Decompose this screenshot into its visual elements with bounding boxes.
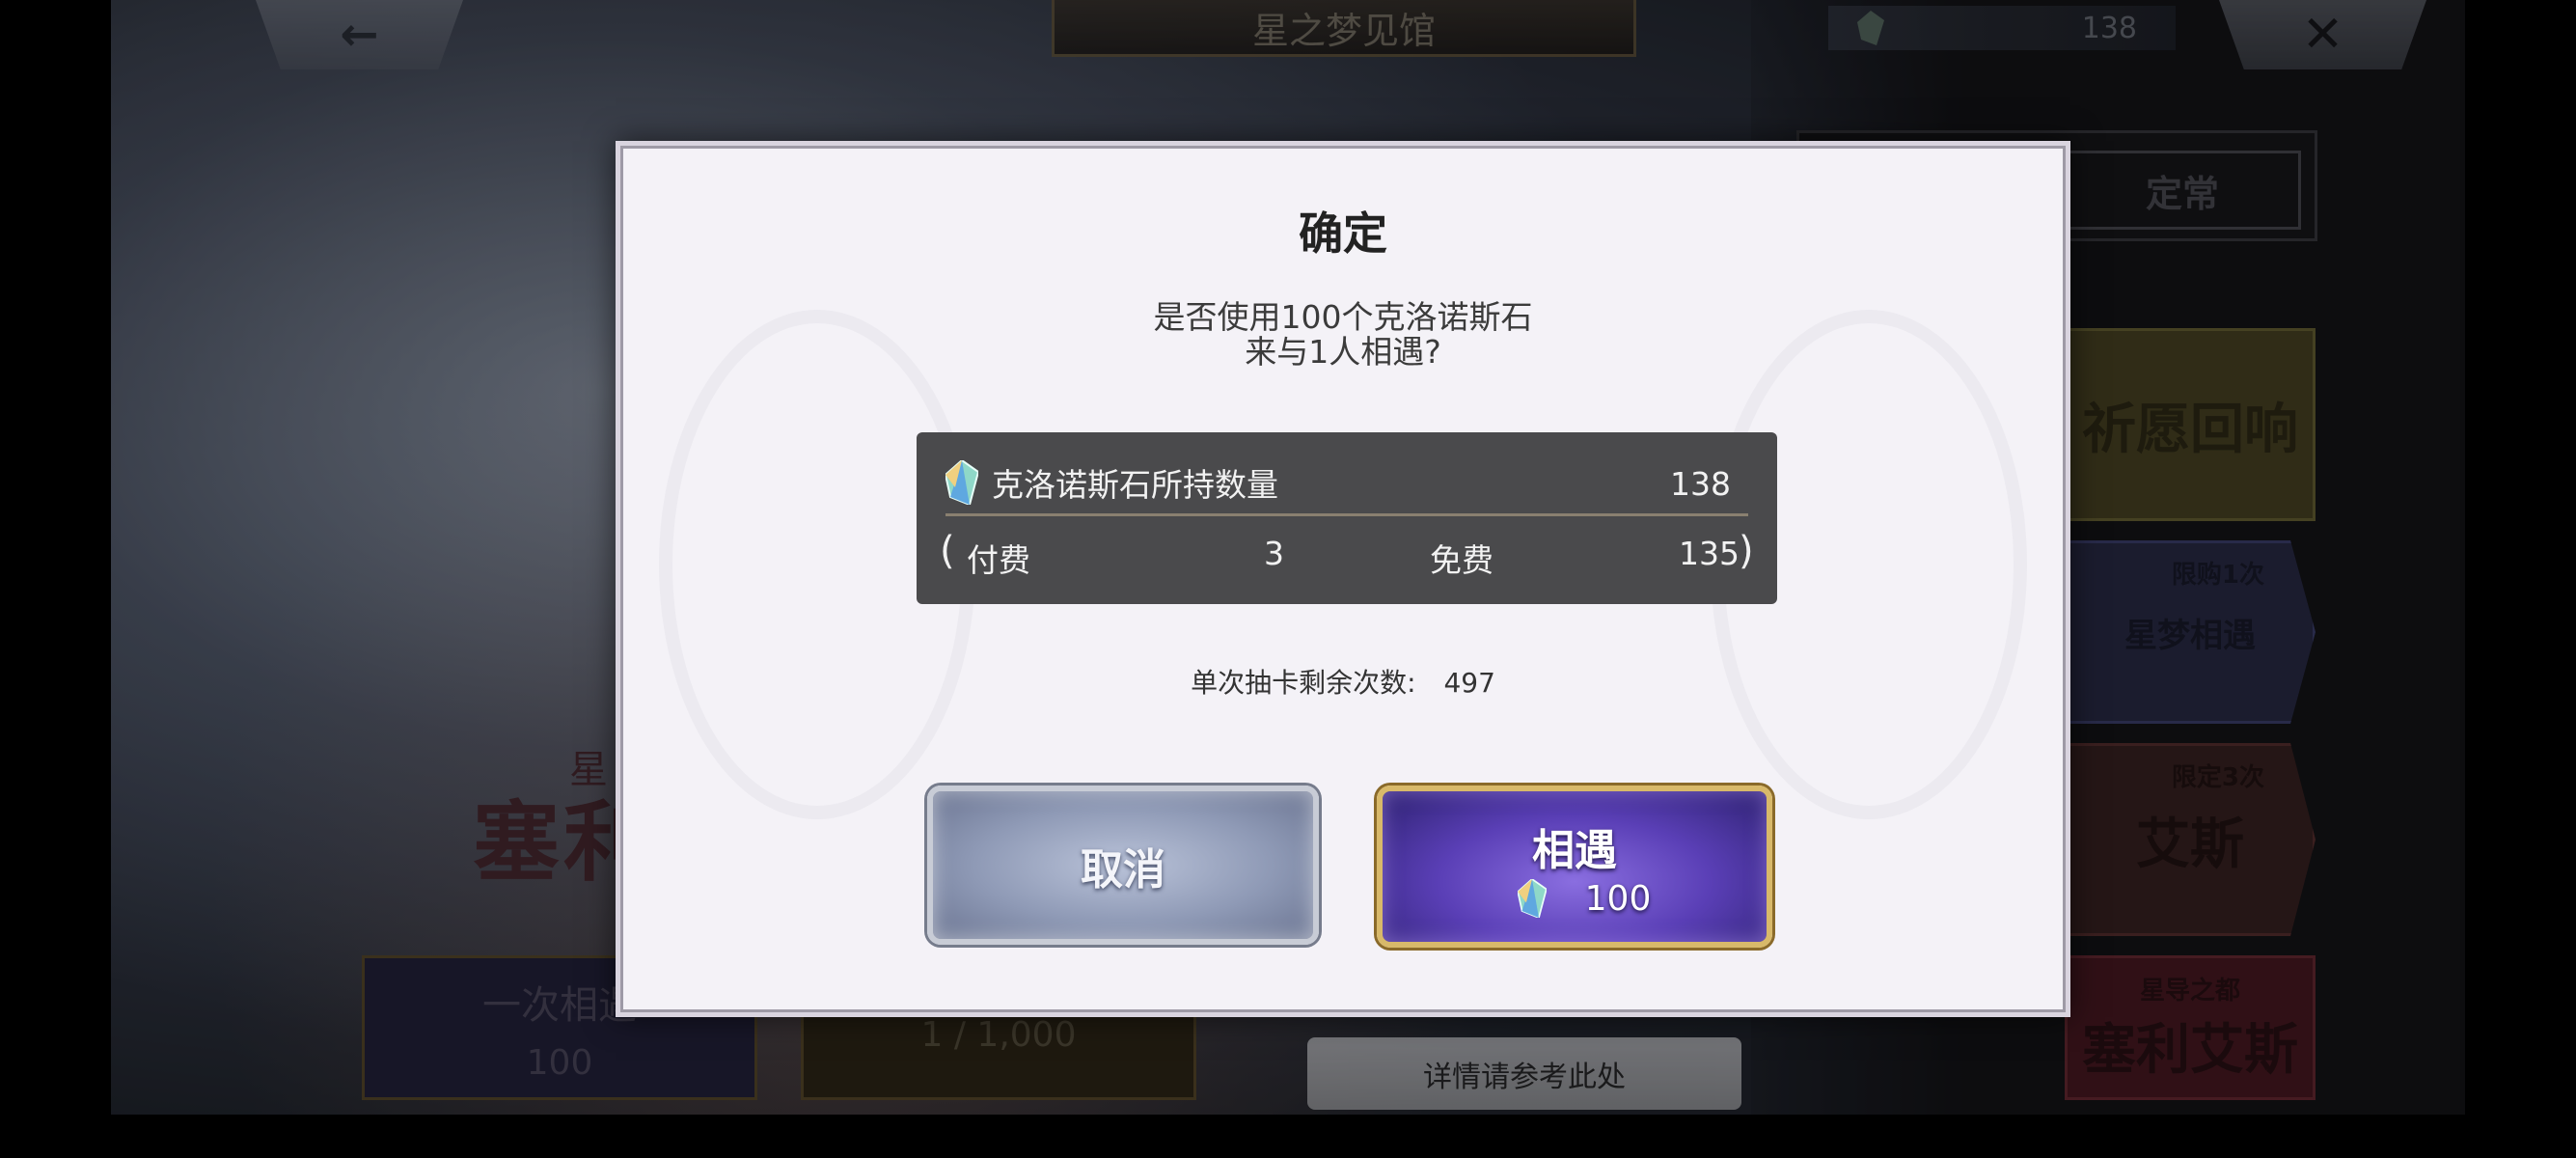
- paid-value: 3: [1264, 535, 1284, 572]
- confirm-cost: 100: [1517, 878, 1652, 919]
- stones-label: 克洛诺斯石所持数量: [992, 466, 1278, 504]
- confirm-cost-value: 100: [1584, 878, 1652, 919]
- remaining-value: 497: [1443, 667, 1495, 699]
- chronos-stone-icon: [945, 460, 978, 505]
- paren-close: ): [1739, 529, 1754, 573]
- dialog-message-line1: 是否使用100个克洛诺斯石: [1153, 298, 1533, 336]
- cancel-button[interactable]: 取消: [927, 786, 1319, 945]
- remaining-pulls: 单次抽卡剩余次数: 497: [620, 662, 2066, 701]
- stone-total-row: 克洛诺斯石所持数量 138: [945, 452, 1748, 516]
- confirm-meet-button[interactable]: 相遇 100: [1377, 786, 1772, 948]
- confirm-label: 相遇: [1532, 825, 1617, 875]
- chronos-stone-icon: [1517, 879, 1547, 918]
- dialog-message-line2: 来与1人相遇?: [1245, 333, 1441, 371]
- stone-balance-panel: 克洛诺斯石所持数量 138 ( 付费 3 免费 135 ): [917, 432, 1777, 604]
- stones-total: 138: [1670, 465, 1731, 503]
- paid-label: 付费: [967, 541, 1030, 579]
- confirm-dialog: 确定 是否使用100个克洛诺斯石 来与1人相遇? 克洛诺斯石所持数量 138 (…: [616, 141, 2070, 1017]
- paren-open: (: [940, 529, 955, 573]
- remaining-label: 单次抽卡剩余次数:: [1191, 667, 1416, 699]
- free-value: 135: [1679, 535, 1740, 572]
- dialog-message: 是否使用100个克洛诺斯石 来与1人相遇?: [620, 300, 2066, 370]
- cancel-label: 取消: [1081, 844, 1165, 895]
- free-label: 免费: [1430, 541, 1494, 579]
- stone-breakdown-row: ( 付费 3 免费 135 ): [940, 525, 1758, 587]
- dialog-title: 确定: [1299, 207, 1387, 260]
